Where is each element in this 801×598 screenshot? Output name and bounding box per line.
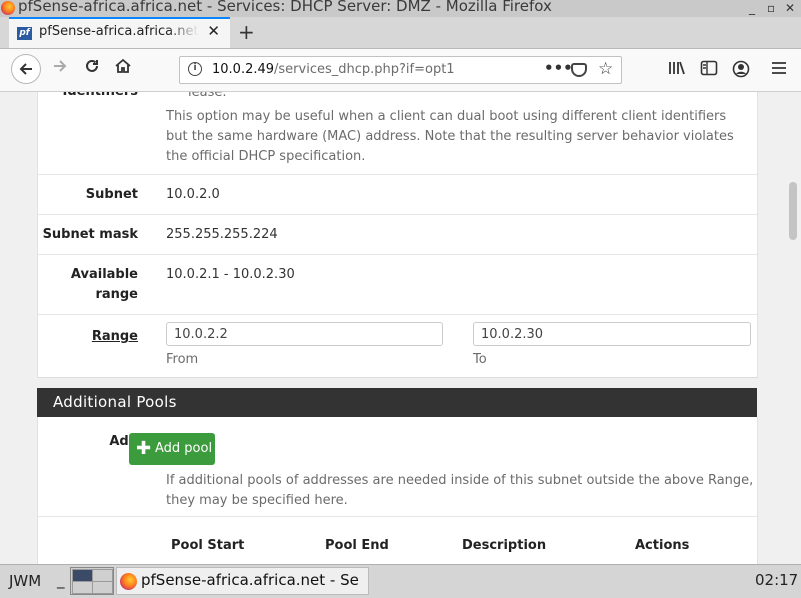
subnet-mask-label: Subnet mask (42, 227, 138, 242)
desktop-pager[interactable] (70, 567, 114, 595)
reload-icon (86, 59, 98, 72)
form-row-available-range: Available range 10.0.2.1 - 10.0.2.30 (38, 255, 757, 315)
taskbar-window-title: pfSense-africa.africa.net - Se (141, 571, 359, 589)
window-title: pfSense-africa.africa.net - Services: DH… (18, 0, 552, 15)
forward-arrow-icon (54, 60, 67, 72)
taskbar: JWM _ pfSense-africa.africa.net - Se 02:… (0, 564, 801, 598)
additional-pools-header: Additional Pools (37, 388, 757, 417)
back-button[interactable] (11, 54, 41, 84)
window-titlebar: pfSense-africa.africa.net - Services: DH… (0, 0, 801, 17)
page-content: Identifiers lease. This option may be us… (0, 92, 786, 564)
range-to-label: To (473, 352, 487, 367)
library-icon[interactable] (668, 60, 686, 80)
add-pool-help: If additional pools of addresses are nee… (166, 473, 754, 508)
subnet-label: Subnet (85, 187, 138, 202)
url-text[interactable]: 10.0.2.49/services_dhcp.php?if=opt1 (212, 62, 455, 77)
range-from-input[interactable] (166, 322, 443, 346)
subnet-mask-value: 255.255.255.224 (166, 227, 278, 242)
site-info-icon[interactable]: i (188, 62, 202, 76)
url-host: 10.0.2.49 (212, 62, 275, 77)
column-header-pool-end: Pool End (325, 538, 389, 553)
home-button[interactable] (114, 57, 132, 80)
taskbar-separator: _ (57, 571, 65, 589)
tab-strip: pf pfSense-africa.africa.net - S ✕ + (0, 17, 801, 49)
bookmark-star-icon[interactable]: ☆ (598, 59, 613, 79)
column-header-pool-start: Pool Start (171, 538, 245, 553)
additional-pools-title: Additional Pools (53, 393, 177, 411)
desktop-3[interactable] (72, 581, 93, 594)
add-pool-button-label: Add pool (155, 441, 213, 456)
page-scrollbar[interactable] (786, 92, 801, 564)
form-row-subnet: Subnet 10.0.2.0 (38, 175, 757, 215)
pocket-icon[interactable] (571, 63, 587, 77)
url-path: /services_dhcp.php?if=opt1 (274, 62, 455, 77)
tab-label: pfSense-africa.africa.net - S (39, 24, 199, 39)
page-scrollbar-thumb[interactable] (789, 182, 797, 240)
column-header-description: Description (462, 538, 547, 553)
subnet-value: 10.0.2.0 (166, 187, 220, 202)
column-header-actions: Actions (635, 538, 690, 553)
identifiers-help: This option may be useful when a client … (166, 109, 734, 164)
new-tab-button[interactable]: + (238, 20, 255, 44)
tab-pfsense[interactable]: pf pfSense-africa.africa.net - S ✕ (9, 17, 230, 48)
close-window-button[interactable]: ✕ (785, 0, 795, 17)
add-pool-button[interactable]: ✚ Add pool (129, 433, 215, 465)
form-row-identifiers: Identifiers lease. This option may be us… (38, 92, 757, 175)
form-row-add-pool: Add If additional pools of addresses are… (38, 417, 757, 517)
identifiers-label: Identifiers (63, 92, 139, 102)
clock: 02:17 (755, 571, 799, 589)
account-icon[interactable] (732, 60, 750, 82)
sidebar-icon[interactable] (700, 60, 718, 80)
available-range-label: Available range (70, 267, 138, 302)
desktop-4[interactable] (92, 581, 113, 594)
reload-button[interactable] (83, 57, 101, 80)
identifiers-help-line0: lease. (188, 92, 227, 100)
navigation-toolbar: i 10.0.2.49/services_dhcp.php?if=opt1 ••… (0, 49, 801, 92)
url-bar[interactable]: i 10.0.2.49/services_dhcp.php?if=opt1 ••… (179, 56, 622, 84)
menu-hamburger-icon[interactable] (771, 60, 787, 80)
jwm-menu-button[interactable]: JWM (9, 572, 41, 590)
minimize-button[interactable]: _ (749, 0, 755, 17)
maximize-button[interactable]: ▫ (767, 0, 775, 17)
range-from-label: From (166, 352, 199, 367)
available-range-value: 10.0.2.1 - 10.0.2.30 (166, 267, 295, 282)
close-tab-icon[interactable]: ✕ (207, 22, 220, 40)
general-options-panel: Identifiers lease. This option may be us… (37, 92, 758, 378)
form-row-subnet-mask: Subnet mask 255.255.255.224 (38, 215, 757, 255)
range-to-input[interactable] (473, 322, 751, 346)
taskbar-window-firefox[interactable]: pfSense-africa.africa.net - Se (116, 567, 369, 595)
forward-button[interactable] (51, 57, 69, 80)
firefox-icon (1, 1, 15, 15)
range-label: Range (91, 329, 138, 344)
pfsense-favicon-icon: pf (17, 27, 32, 40)
form-row-range: Range From To (38, 315, 757, 378)
page-actions-icon[interactable]: ••• (544, 59, 573, 77)
firefox-icon (120, 573, 137, 590)
home-icon (115, 58, 131, 73)
plus-icon: ✚ (136, 438, 152, 459)
back-arrow-icon (19, 63, 32, 75)
